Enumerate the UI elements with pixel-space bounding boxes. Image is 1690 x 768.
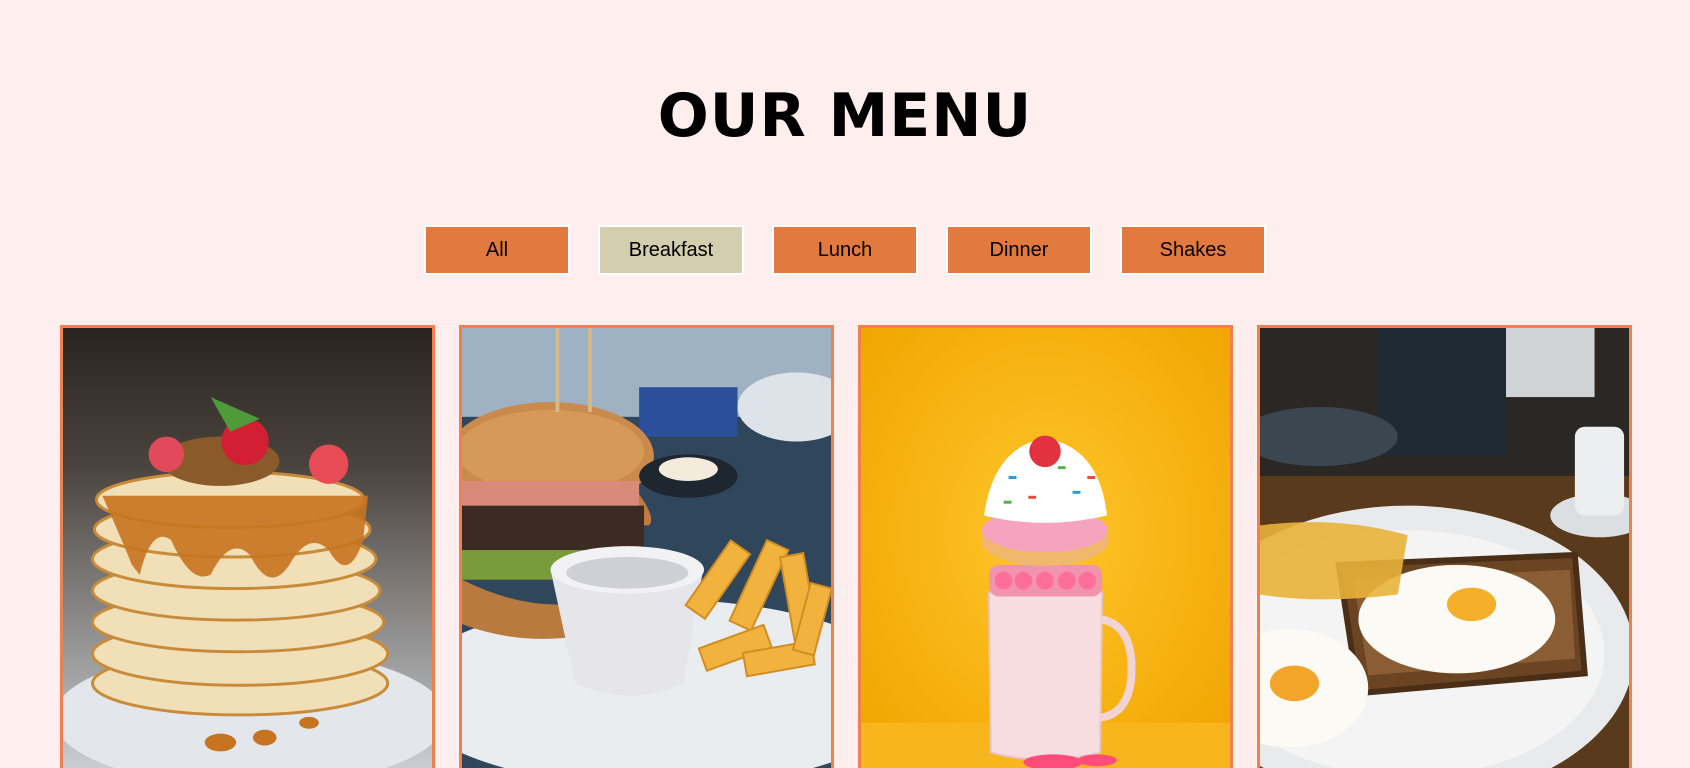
filter-breakfast-button[interactable]: Breakfast xyxy=(598,225,744,275)
filter-shakes-button[interactable]: Shakes xyxy=(1120,225,1266,275)
menu-item-card[interactable] xyxy=(459,325,834,768)
filter-bar: All Breakfast Lunch Dinner Shakes xyxy=(0,225,1690,275)
menu-item-card[interactable] xyxy=(60,325,435,768)
menu-page: OUR MENU All Breakfast Lunch Dinner Shak… xyxy=(0,0,1690,768)
burger-fries-photo xyxy=(462,328,831,768)
filter-dinner-button[interactable]: Dinner xyxy=(946,225,1092,275)
page-title: OUR MENU xyxy=(657,81,1033,151)
eggs-toast-photo xyxy=(1260,328,1629,768)
menu-item-card[interactable] xyxy=(1257,325,1632,768)
menu-grid xyxy=(60,325,1635,768)
menu-item-card[interactable] xyxy=(858,325,1233,768)
milkshake-photo xyxy=(861,328,1230,768)
filter-lunch-button[interactable]: Lunch xyxy=(772,225,918,275)
filter-all-button[interactable]: All xyxy=(424,225,570,275)
pancakes-photo xyxy=(63,328,432,768)
